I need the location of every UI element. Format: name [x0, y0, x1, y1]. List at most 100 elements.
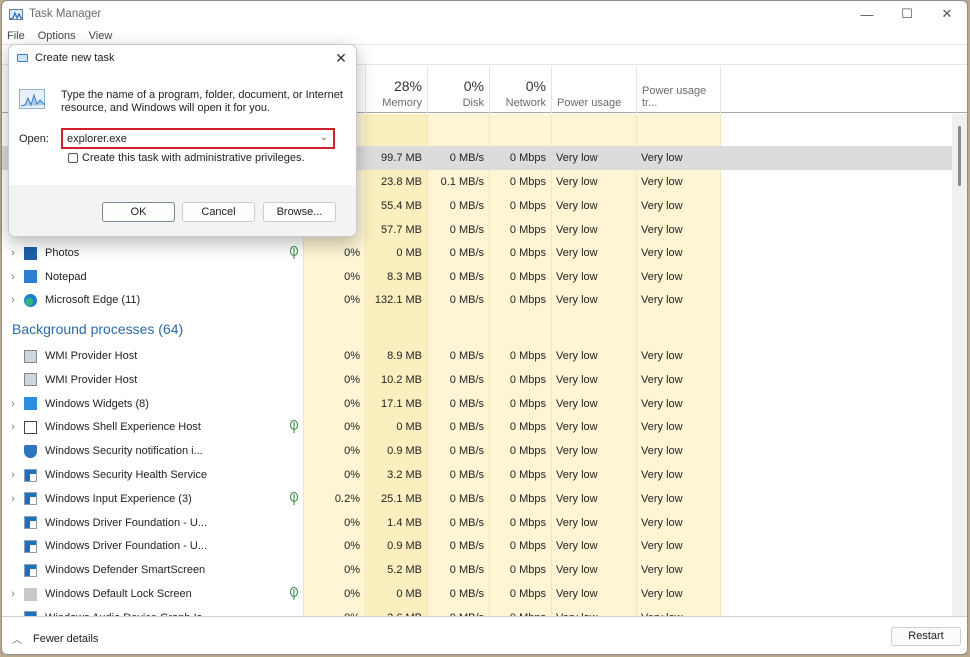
process-name: Windows Input Experience (3) [45, 492, 192, 505]
process-row[interactable]: › Photos 0% 0 MB 0 MB/s 0 Mbps Very low Very lo… [2, 241, 952, 265]
ok-button[interactable]: OK [102, 202, 175, 222]
process-name-cell: › Windows Widgets (8) [2, 392, 302, 416]
admin-privileges-checkbox[interactable]: Create this task with administrative pri… [68, 152, 305, 164]
chevron-right-icon[interactable]: › [2, 247, 24, 259]
cell-power: Very low [556, 224, 598, 236]
chevron-right-icon[interactable]: › [2, 469, 24, 481]
cell-disk: 0 MB/s [449, 152, 484, 164]
column-header-disk[interactable]: 0% Disk [427, 66, 489, 113]
process-name: Windows Widgets (8) [45, 397, 149, 410]
cell-cpu: 0% [344, 247, 360, 259]
efficiency-mode-leaf-icon [289, 420, 299, 434]
open-combobox[interactable]: ⌄ [61, 128, 335, 149]
vertical-scrollbar[interactable] [952, 114, 967, 616]
menu-bar: File Options View [2, 27, 967, 45]
cancel-button[interactable]: Cancel [182, 202, 255, 222]
chevron-right-icon[interactable]: › [2, 398, 24, 410]
admin-privileges-label: Create this task with administrative pri… [82, 152, 305, 164]
process-row[interactable]: WMI Provider Host 0% 10.2 MB 0 MB/s 0 Mbps Ve… [2, 368, 952, 392]
cell-memory: 10.2 MB [381, 373, 422, 386]
cell-network: 0 Mbps [509, 176, 546, 188]
chevron-right-icon[interactable]: › [2, 271, 24, 283]
cell-power-trend: Very low [641, 397, 683, 410]
open-input[interactable] [63, 132, 303, 145]
wmi-icon [24, 349, 37, 363]
process-row[interactable]: › Windows Widgets (8) 0% 17.1 MB 0 MB/s 0 Mbp… [2, 392, 952, 416]
cell-power: Very low [556, 373, 598, 386]
menu-file[interactable]: File [7, 30, 25, 42]
process-row[interactable]: Windows Audio Device Graph Is...0%3.6 MB… [2, 606, 952, 616]
process-row[interactable]: Windows Driver Foundation - U... 0% 1.4 MB… [2, 511, 952, 535]
process-row[interactable]: › Windows Default Lock Screen 0% 0 MB 0 MB/s… [2, 582, 952, 606]
menu-options[interactable]: Options [38, 30, 76, 42]
cell-power: Very low [551, 606, 636, 616]
cell-cpu: 0% [344, 445, 360, 458]
dialog-footer: OK Cancel Browse... [9, 185, 356, 236]
task-manager-graph-icon [19, 89, 46, 109]
process-row[interactable]: › Windows Shell Experience Host 0% 0 MB 0 MB… [2, 415, 952, 439]
process-row[interactable]: Windows Defender SmartScreen 0% 5.2 MB 0 MB… [2, 558, 952, 582]
checkbox-box[interactable] [68, 153, 78, 163]
dialog-close-button[interactable]: ✕ [332, 49, 350, 67]
service-icon [24, 492, 37, 506]
cell-network: 0 Mbps [509, 445, 546, 458]
cell-power: Very low [556, 200, 598, 212]
cell-network: 0 Mbps [509, 397, 546, 410]
cell-cpu: 0% [344, 397, 360, 410]
process-row[interactable]: Windows Security notification i... 0% 0.9 … [2, 439, 952, 463]
process-row[interactable]: › Microsoft Edge (11) 0% 132.1 MB 0 MB/s 0 Mb… [2, 288, 952, 312]
cell-memory: 1.4 MB [387, 516, 422, 529]
maximize-button[interactable]: ☐ [887, 1, 927, 27]
cell-power-trend: Very low [641, 588, 683, 600]
photos-icon [24, 246, 37, 260]
chevron-right-icon[interactable]: › [2, 421, 24, 433]
column-header-memory[interactable]: 28% Memory [365, 66, 427, 113]
restart-button[interactable]: Restart [891, 627, 961, 646]
cell-memory: 0 MB [396, 247, 422, 259]
process-name-cell: › Notepad [2, 265, 302, 289]
process-name: Microsoft Edge (11) [45, 294, 141, 307]
run-icon [17, 54, 28, 62]
cell-power: Very low [556, 270, 598, 283]
process-name-cell: › Photos [2, 241, 302, 265]
column-header-power[interactable]: Power usage [551, 66, 636, 113]
browse-button[interactable]: Browse... [263, 202, 336, 222]
cell-power-trend: Very low [641, 350, 683, 362]
process-row[interactable]: › Notepad 0% 8.3 MB 0 MB/s 0 Mbps Very low Very… [2, 265, 952, 289]
scrollbar-thumb[interactable] [958, 126, 961, 186]
chevron-right-icon[interactable]: › [2, 588, 24, 600]
cell-power: Very low [556, 588, 598, 600]
process-row[interactable]: Windows Driver Foundation - U... 0% 0.9 MB… [2, 534, 952, 558]
cell-power-trend: Very low [641, 492, 683, 505]
disk-label: Disk [462, 97, 484, 109]
efficiency-mode-leaf-icon [289, 491, 299, 506]
close-button[interactable]: ✕ [927, 1, 967, 27]
cell-network: 0 Mbps [509, 373, 546, 386]
chevron-right-icon[interactable]: › [2, 493, 24, 505]
shell-icon [24, 420, 37, 434]
process-name-cell: › Windows Input Experience (3) [2, 487, 302, 511]
cell-memory: 55.4 MB [381, 200, 422, 212]
service-icon [24, 539, 37, 553]
column-header-network[interactable]: 0% Network [489, 66, 551, 113]
disk-total: 0% [463, 78, 484, 94]
process-name-cell: › Microsoft Edge (11) [2, 288, 302, 312]
cell-power-trend: Very low [641, 247, 683, 259]
menu-view[interactable]: View [89, 30, 113, 42]
dialog-title: Create new task [35, 52, 115, 64]
process-row[interactable]: WMI Provider Host 0% 8.9 MB 0 MB/s 0 Mbps Ver… [2, 344, 952, 368]
column-header-power-trend[interactable]: Power usage tr... [636, 66, 721, 113]
process-row[interactable]: › Windows Input Experience (3) 0.2% 25.1 MB… [2, 487, 952, 511]
cell-network: 0 Mbps [509, 564, 546, 577]
cell-power-trend: Very low [641, 373, 683, 386]
cell-cpu: 0% [344, 350, 360, 362]
cell-cpu: 0% [344, 373, 360, 386]
process-row[interactable]: › Windows Security Health Service 0% 3.2 MB… [2, 463, 952, 487]
cell-disk: 0 MB/s [449, 540, 484, 553]
cell-disk: 0 MB/s [449, 200, 484, 212]
chevron-right-icon[interactable]: › [2, 294, 24, 306]
fewer-details-button[interactable]: ︿ Fewer details [12, 631, 98, 647]
minimize-button[interactable]: — [847, 1, 887, 27]
chevron-down-icon[interactable]: ⌄ [320, 132, 328, 143]
cell-memory: 0 MB [396, 421, 422, 434]
